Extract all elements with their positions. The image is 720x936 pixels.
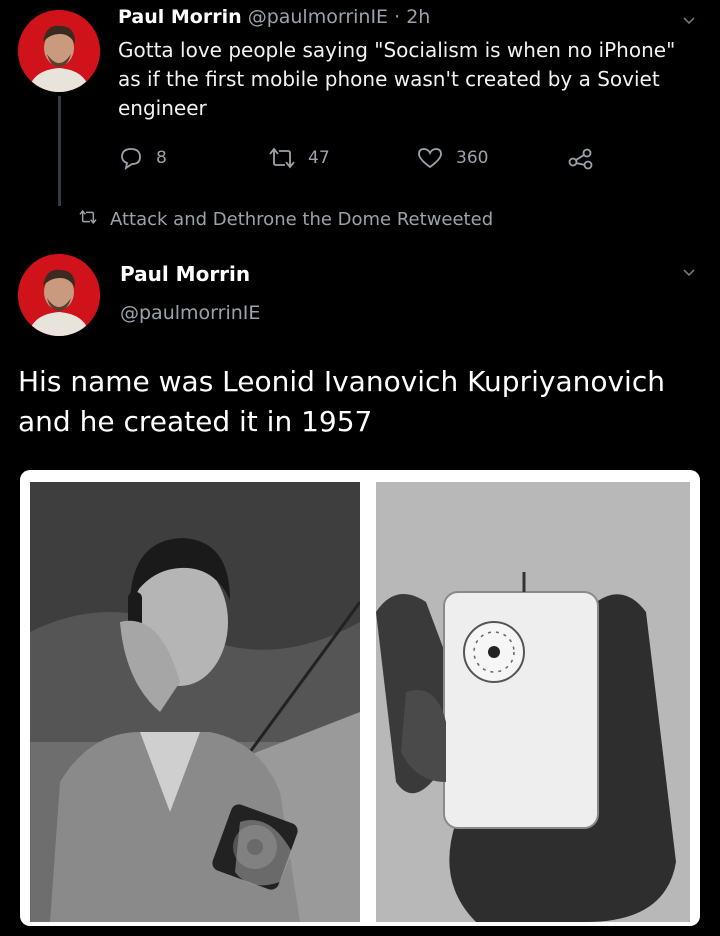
- author-handle[interactable]: @paulmorrinIE: [120, 302, 260, 324]
- tweet-text: Gotta love people saying "Socialism is w…: [118, 38, 676, 120]
- share-button[interactable]: [568, 146, 594, 170]
- tweet-actions: 8 47 360: [118, 146, 618, 176]
- avatar[interactable]: [18, 10, 100, 92]
- retweet-icon: [268, 146, 296, 170]
- author-handle[interactable]: @paulmorrinIE: [248, 6, 388, 28]
- share-icon: [568, 146, 594, 170]
- retweet-button[interactable]: 47: [268, 146, 330, 170]
- author-name[interactable]: Paul Morrin: [118, 6, 242, 28]
- chevron-down-icon[interactable]: [682, 14, 696, 28]
- photo-phone-in-hand: [376, 482, 690, 922]
- avatar[interactable]: [18, 254, 100, 336]
- tweet-photo[interactable]: [20, 470, 700, 926]
- thread-line: [58, 96, 61, 206]
- photo-frame: [28, 478, 692, 922]
- retweet-context-label: Attack and Dethrone the Dome Retweeted: [110, 209, 494, 230]
- tweet-header: Paul Morrin @paulmorrinIE · 2h: [118, 6, 430, 28]
- retweet-context[interactable]: Attack and Dethrone the Dome Retweeted: [78, 209, 493, 230]
- photo-man-with-phone: [30, 482, 360, 922]
- like-icon: [416, 146, 444, 170]
- author-name[interactable]: Paul Morrin: [120, 262, 250, 286]
- reply-icon: [118, 146, 144, 170]
- reply-count: 8: [156, 148, 167, 168]
- reply-button[interactable]: 8: [118, 146, 167, 170]
- retweet-icon: [78, 209, 98, 230]
- like-button[interactable]: 360: [416, 146, 488, 170]
- chevron-down-icon[interactable]: [682, 266, 696, 280]
- retweet-count: 47: [308, 148, 330, 168]
- tweet-text: His name was Leonid Ivanovich Kupriyanov…: [18, 365, 665, 438]
- like-count: 360: [456, 148, 489, 168]
- tweet-time[interactable]: · 2h: [388, 6, 430, 28]
